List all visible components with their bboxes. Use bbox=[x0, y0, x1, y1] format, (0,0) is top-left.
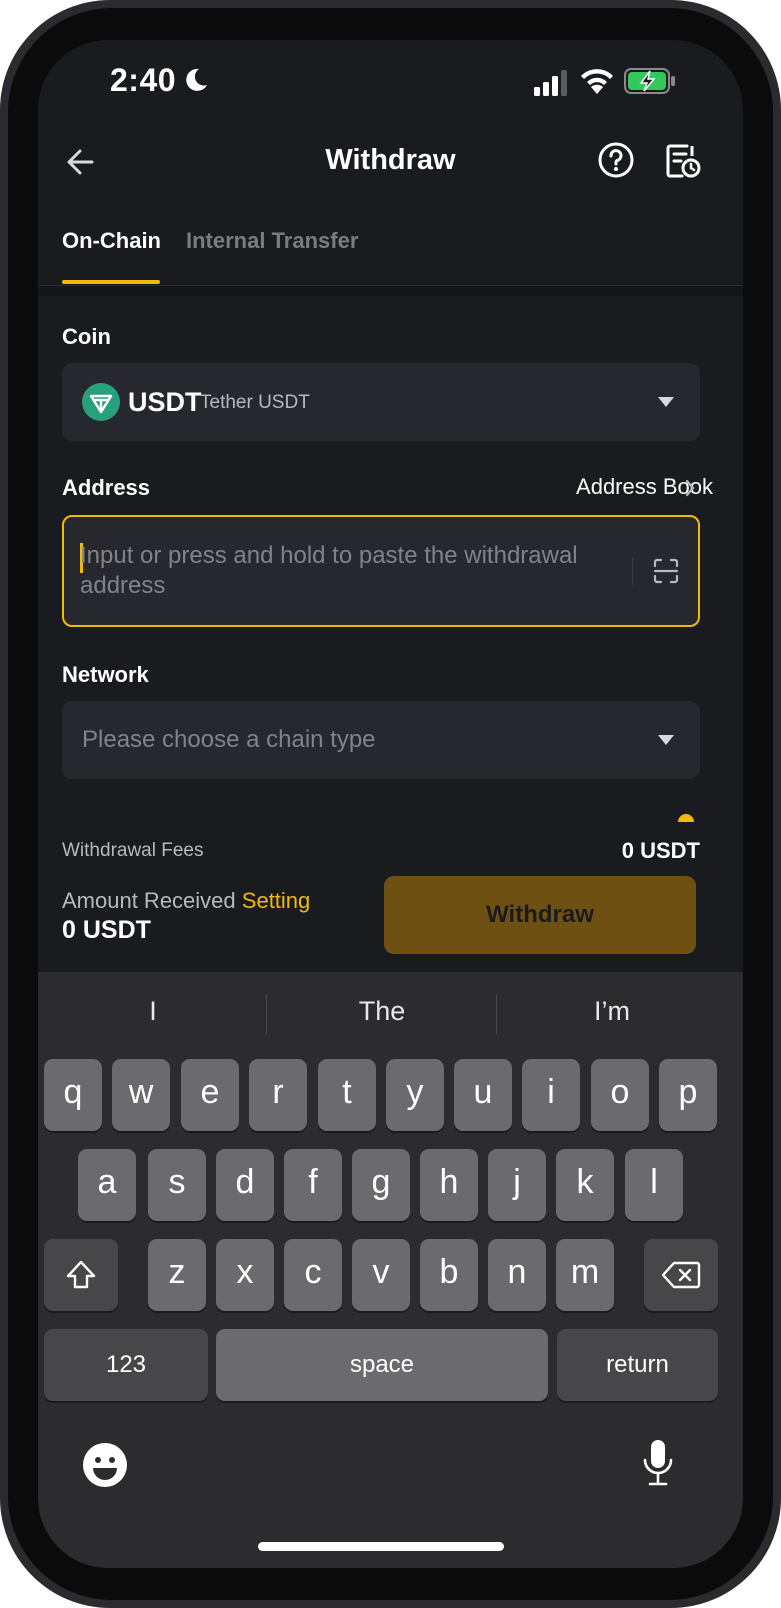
amount-received-label: Amount Received Setting bbox=[62, 888, 310, 914]
caret-down-icon bbox=[658, 735, 674, 745]
key-i[interactable]: i bbox=[522, 1059, 580, 1131]
header: Withdraw bbox=[38, 130, 743, 210]
network-label: Network bbox=[62, 662, 149, 687]
help-icon[interactable] bbox=[596, 140, 636, 180]
key-l[interactable]: l bbox=[625, 1149, 683, 1221]
key-n[interactable]: n bbox=[488, 1239, 546, 1311]
chevron-right-icon[interactable] bbox=[684, 478, 696, 498]
key-z[interactable]: z bbox=[148, 1239, 206, 1311]
numbers-key[interactable]: 123 bbox=[44, 1329, 208, 1401]
delete-key[interactable] bbox=[644, 1239, 718, 1311]
tab-bar: On-Chain Internal Transfer bbox=[38, 210, 743, 286]
key-e[interactable]: e bbox=[181, 1059, 239, 1131]
suggestion-item[interactable]: The bbox=[267, 996, 497, 1027]
moon-icon bbox=[186, 68, 207, 91]
tab-internal-transfer[interactable]: Internal Transfer bbox=[186, 228, 358, 254]
key-m[interactable]: m bbox=[556, 1239, 614, 1311]
network-placeholder: Please choose a chain type bbox=[82, 726, 376, 753]
suggestion-item[interactable]: I bbox=[38, 996, 268, 1027]
address-placeholder: Input or press and hold to paste the wit… bbox=[80, 542, 578, 599]
key-g[interactable]: g bbox=[352, 1149, 410, 1221]
withdrawal-fees-label: Withdrawal Fees bbox=[62, 840, 204, 861]
network-selector[interactable]: Please choose a chain type bbox=[62, 701, 700, 779]
space-key[interactable]: space bbox=[216, 1329, 548, 1401]
status-bar: 2:40 bbox=[38, 40, 743, 130]
usdt-logo-icon bbox=[82, 383, 120, 421]
key-o[interactable]: o bbox=[591, 1059, 649, 1131]
key-y[interactable]: y bbox=[386, 1059, 444, 1131]
shift-arrow-icon bbox=[66, 1260, 96, 1289]
key-f[interactable]: f bbox=[284, 1149, 342, 1221]
key-p[interactable]: p bbox=[659, 1059, 717, 1131]
key-x[interactable]: x bbox=[216, 1239, 274, 1311]
amount-received-text: Amount Received bbox=[62, 888, 236, 913]
withdraw-button[interactable]: Withdraw bbox=[384, 876, 696, 954]
microphone-icon[interactable] bbox=[642, 1438, 674, 1488]
active-tab-indicator bbox=[62, 280, 160, 284]
keyboard: I The I’m q w e r t y u i o p a s d f g … bbox=[38, 972, 743, 1568]
amount-received-value: 0 USDT bbox=[62, 916, 151, 944]
keyboard-suggestions: I The I’m bbox=[38, 972, 743, 1056]
key-w[interactable]: w bbox=[112, 1059, 170, 1131]
emoji-icon[interactable] bbox=[82, 1442, 128, 1488]
key-u[interactable]: u bbox=[454, 1059, 512, 1131]
home-indicator bbox=[258, 1542, 504, 1551]
key-j[interactable]: j bbox=[488, 1149, 546, 1221]
coin-name: Tether USDT bbox=[200, 392, 310, 413]
notice-indicator bbox=[678, 814, 694, 822]
key-k[interactable]: k bbox=[556, 1149, 614, 1221]
key-d[interactable]: d bbox=[216, 1149, 274, 1221]
withdrawal-fees-value: 0 USDT bbox=[621, 838, 700, 863]
key-s[interactable]: s bbox=[148, 1149, 206, 1221]
coin-symbol: USDT bbox=[128, 387, 202, 417]
address-field-divider bbox=[632, 557, 633, 585]
key-t[interactable]: t bbox=[318, 1059, 376, 1131]
status-time: 2:40 bbox=[110, 62, 177, 98]
key-b[interactable]: b bbox=[420, 1239, 478, 1311]
key-r[interactable]: r bbox=[249, 1059, 307, 1131]
coin-selector[interactable]: USDT Tether USDT bbox=[62, 363, 700, 441]
page-title: Withdraw bbox=[325, 144, 456, 176]
suggestion-item[interactable]: I’m bbox=[497, 996, 727, 1027]
return-key[interactable]: return bbox=[557, 1329, 718, 1401]
caret-down-icon bbox=[658, 397, 674, 407]
shift-key[interactable] bbox=[44, 1239, 118, 1311]
setting-link[interactable]: Setting bbox=[242, 888, 311, 913]
signal-icon bbox=[534, 70, 567, 96]
wifi-icon bbox=[581, 69, 613, 94]
backspace-icon bbox=[661, 1261, 701, 1289]
battery-icon bbox=[624, 68, 675, 94]
key-a[interactable]: a bbox=[78, 1149, 136, 1221]
coin-label: Coin bbox=[62, 324, 111, 349]
key-c[interactable]: c bbox=[284, 1239, 342, 1311]
address-label: Address bbox=[62, 475, 151, 500]
address-input[interactable]: Input or press and hold to paste the wit… bbox=[62, 515, 700, 627]
key-h[interactable]: h bbox=[420, 1149, 478, 1221]
key-v[interactable]: v bbox=[352, 1239, 410, 1311]
scan-qr-icon[interactable] bbox=[652, 557, 680, 585]
section-divider bbox=[38, 286, 743, 296]
key-q[interactable]: q bbox=[44, 1059, 102, 1131]
tab-on-chain[interactable]: On-Chain bbox=[62, 228, 161, 254]
app-screen: 2:40 Withdraw On-Chain Internal Transfer… bbox=[38, 40, 743, 1568]
history-icon[interactable] bbox=[662, 140, 702, 180]
